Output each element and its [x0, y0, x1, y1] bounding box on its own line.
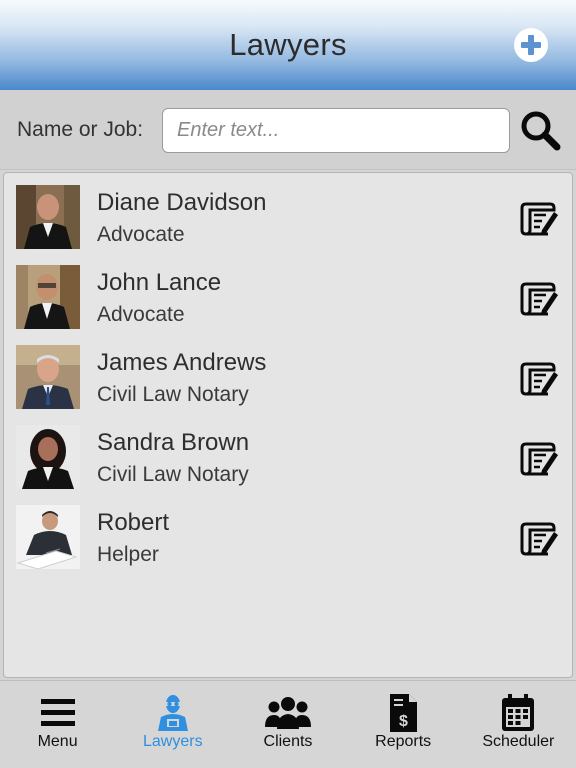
- lawyer-job: Helper: [97, 543, 159, 566]
- tab-label: Menu: [37, 733, 78, 750]
- search-bar: Name or Job:: [0, 90, 576, 170]
- search-icon: [521, 111, 561, 151]
- lawyer-icon: [157, 695, 188, 731]
- app-header: Lawyers: [0, 0, 576, 90]
- lawyer-list: Diane Davidson Advocate John Lance Advoc…: [3, 172, 573, 678]
- search-button[interactable]: [518, 108, 562, 152]
- avatar: [16, 425, 80, 489]
- add-lawyer-button[interactable]: [514, 28, 548, 62]
- edit-document-icon[interactable]: [520, 280, 558, 316]
- bottom-tab-bar: Menu Lawyers Clients $ Reports Scheduler: [0, 680, 576, 768]
- avatar: [16, 265, 80, 329]
- edit-document-icon[interactable]: [520, 520, 558, 556]
- calendar-icon: [502, 694, 535, 731]
- page-title: Lawyers: [229, 27, 347, 62]
- tab-scheduler[interactable]: Scheduler: [461, 681, 576, 768]
- tab-label: Scheduler: [482, 733, 555, 750]
- edit-document-icon[interactable]: [520, 200, 558, 236]
- dollar-document-icon: $: [390, 694, 418, 732]
- lawyer-job: Advocate: [97, 303, 185, 326]
- lawyer-job: Advocate: [97, 223, 185, 246]
- tab-clients[interactable]: Clients: [230, 681, 345, 768]
- lawyer-row[interactable]: Diane Davidson Advocate: [4, 173, 572, 253]
- svg-text:$: $: [399, 713, 408, 730]
- avatar: [16, 345, 80, 409]
- tab-menu[interactable]: Menu: [0, 681, 115, 768]
- tab-reports[interactable]: $ Reports: [346, 681, 461, 768]
- avatar: [16, 185, 80, 249]
- tab-label: Clients: [263, 733, 313, 750]
- lawyer-name: James Andrews: [97, 349, 267, 376]
- lawyer-job: Civil Law Notary: [97, 463, 249, 486]
- lawyer-name: Diane Davidson: [97, 189, 267, 216]
- lawyer-name: Robert: [97, 509, 170, 536]
- search-label: Name or Job:: [17, 118, 144, 141]
- lawyer-row[interactable]: James Andrews Civil Law Notary: [4, 333, 572, 413]
- search-input[interactable]: [162, 108, 510, 153]
- edit-document-icon[interactable]: [520, 440, 558, 476]
- avatar: [16, 505, 80, 569]
- lawyer-name: Sandra Brown: [97, 429, 250, 456]
- tab-lawyers[interactable]: Lawyers: [115, 681, 230, 768]
- tab-label: Reports: [375, 733, 432, 750]
- lawyer-row[interactable]: John Lance Advocate: [4, 253, 572, 333]
- lawyer-row[interactable]: Sandra Brown Civil Law Notary: [4, 413, 572, 493]
- lawyer-name: John Lance: [97, 269, 222, 296]
- lawyer-row[interactable]: Robert Helper: [4, 493, 572, 573]
- people-group-icon: [264, 697, 311, 729]
- tab-label: Lawyers: [142, 733, 203, 750]
- lawyer-job: Civil Law Notary: [97, 383, 249, 406]
- edit-document-icon[interactable]: [520, 360, 558, 396]
- hamburger-menu-icon: [40, 699, 75, 726]
